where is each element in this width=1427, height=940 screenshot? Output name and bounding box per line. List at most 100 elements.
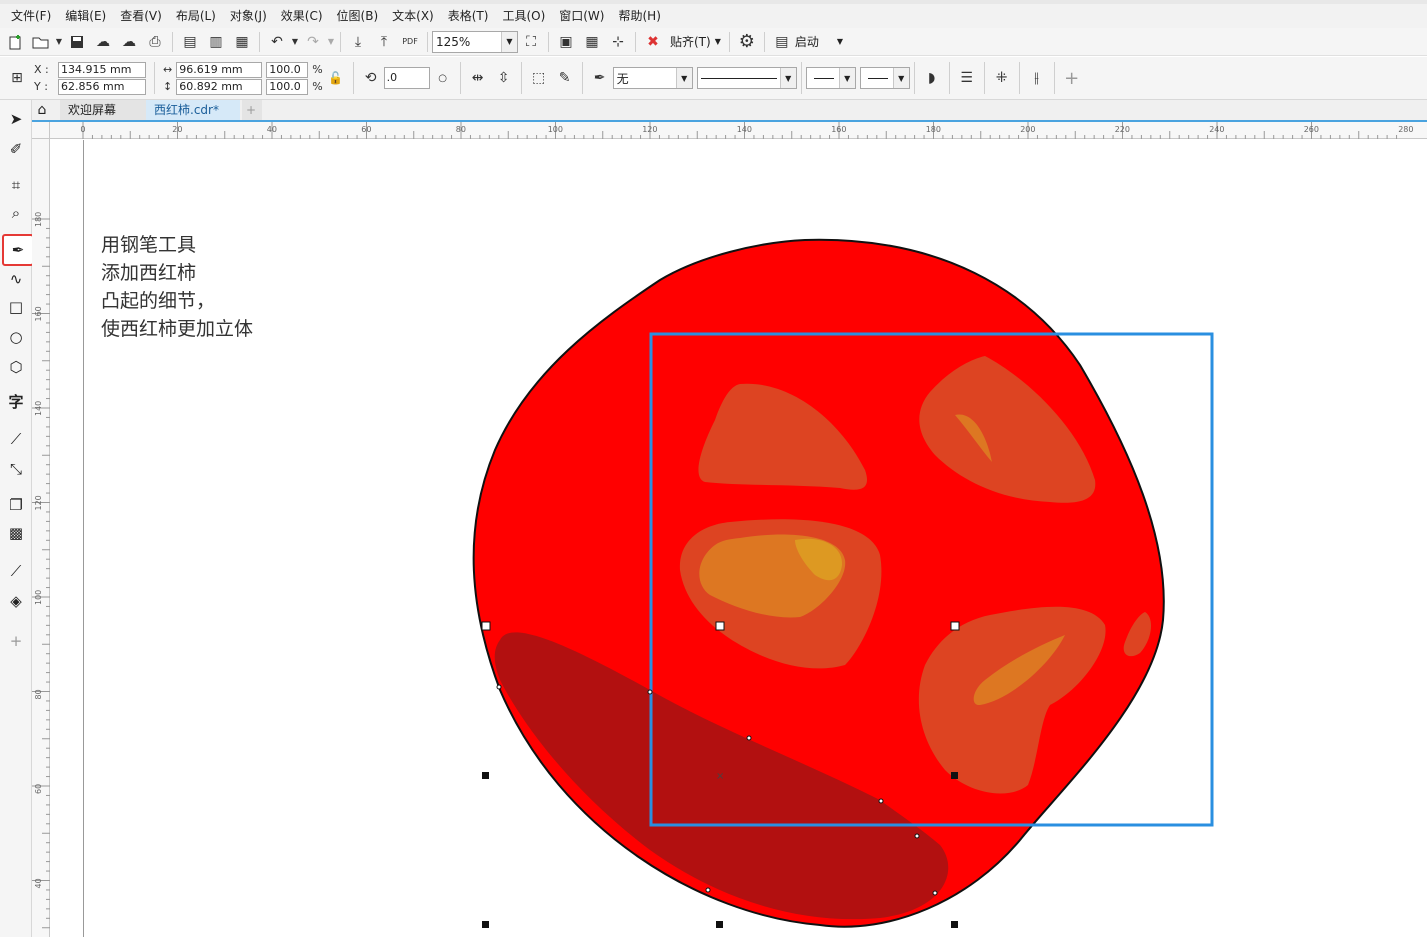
tab-add-button[interactable]: + [242, 100, 262, 120]
instruction-note: 用钢笔工具 添加西红柿 凸起的细节， 使西红柿更加立体 [101, 231, 253, 343]
chevron-down-icon[interactable]: ▼ [290, 30, 300, 54]
show-grid-icon[interactable]: ▦ [579, 30, 605, 54]
end-arrow-combo[interactable]: ▼ [859, 67, 910, 89]
chevron-down-icon[interactable]: ▼ [838, 68, 855, 88]
drop-shadow-icon[interactable]: ❐ [3, 492, 29, 518]
bounding-box-icon[interactable]: ⁜ [989, 66, 1015, 90]
line-style-combo[interactable]: ▼ [696, 67, 797, 89]
launch-icon[interactable]: ▤ [769, 30, 795, 54]
lock-ratio-icon[interactable]: 🔓 [323, 66, 349, 90]
show-guidelines-icon[interactable]: ⊹ [605, 30, 631, 54]
zoom-tool-icon[interactable]: ⌕ [3, 200, 29, 226]
mirror-horizontal-icon[interactable]: ⇹ [465, 66, 491, 90]
paste-icon[interactable]: ▦ [229, 30, 255, 54]
width-field[interactable]: 96.619 mm [176, 61, 263, 78]
export-pdf-icon[interactable]: PDF [397, 30, 423, 54]
gear-icon[interactable]: ⚙ [734, 30, 760, 54]
pick-tool-icon[interactable]: ➤ [3, 106, 29, 132]
rectangle-tool-icon[interactable]: □ [3, 294, 29, 320]
start-arrow-combo[interactable]: ▼ [805, 67, 856, 89]
chevron-down-icon[interactable]: ▼ [54, 30, 64, 54]
chevron-down-icon[interactable]: ▼ [501, 31, 517, 52]
align-icon[interactable]: ⫲ [1024, 66, 1050, 90]
chevron-down-icon[interactable]: ▼ [675, 68, 692, 88]
home-icon[interactable]: ⌂ [32, 100, 52, 120]
separator [728, 31, 730, 52]
polygon-tool-icon[interactable]: ⬡ [3, 354, 29, 380]
x-label: X : [34, 63, 49, 76]
drawing-canvas[interactable] [51, 140, 1427, 937]
rotation-field[interactable]: .0 [383, 67, 430, 89]
ellipse-tool-icon[interactable]: ○ [3, 324, 29, 350]
zoom-level-value: 125% [436, 34, 471, 49]
export-icon[interactable]: ⤒ [371, 30, 397, 54]
freehand-tool-icon[interactable]: ∿ [3, 266, 29, 292]
horizontal-ruler[interactable]: 0 20 40 60 80 100 120 140 160 180 200 220 240 260 280 [50, 122, 1427, 139]
open-folder-icon[interactable] [28, 30, 54, 54]
object-origin-icon[interactable]: ⊞ [4, 66, 30, 90]
menu-text[interactable]: 文本(X) [385, 5, 441, 27]
pen-tool-icon[interactable]: ✒ [2, 234, 34, 266]
smooth-node-icon[interactable]: ✎ [552, 66, 578, 90]
add-tool-icon[interactable]: + [3, 628, 29, 654]
line-style-preview [700, 77, 777, 79]
text-tool-icon[interactable]: 字 [3, 388, 29, 414]
scale-y-field[interactable]: 100.0 [266, 78, 309, 95]
menu-edit[interactable]: 编辑(E) [58, 5, 113, 27]
save-icon[interactable] [64, 30, 90, 54]
snap-off-icon[interactable]: ✖ [640, 30, 666, 54]
scale-x-field[interactable]: 100.0 [266, 61, 309, 78]
shape-tool-icon[interactable]: ✐ [3, 136, 29, 162]
zoom-level-combo[interactable]: 125% ▼ [432, 30, 518, 53]
redo-icon[interactable]: ↷ [300, 30, 326, 54]
rotate-icon[interactable]: ⟲ [358, 66, 384, 90]
menu-tools[interactable]: 工具(O) [495, 5, 552, 27]
full-screen-icon[interactable]: ⛶ [518, 30, 544, 54]
menu-bitmaps[interactable]: 位图(B) [330, 5, 386, 27]
tab-document[interactable]: 西红柿.cdr* [146, 100, 240, 120]
menu-window[interactable]: 窗口(W) [552, 5, 611, 27]
eyedropper-icon[interactable]: ⟋ [3, 558, 29, 584]
ruler-corner[interactable] [32, 122, 50, 139]
menu-view[interactable]: 查看(V) [113, 5, 169, 27]
print-icon[interactable]: ⎙ [142, 30, 168, 54]
ruler-label: 260 [1304, 125, 1319, 134]
wrap-text-icon[interactable]: ☰ [954, 66, 980, 90]
node-edit-icon[interactable]: ⬚ [526, 66, 552, 90]
mirror-vertical-icon[interactable]: ⇳ [491, 66, 517, 90]
cloud-export-icon[interactable]: ☁ [116, 30, 142, 54]
chevron-down-icon[interactable]: ▼ [779, 68, 796, 88]
pen-nib-icon[interactable]: ✒ [587, 66, 613, 90]
launch-dropdown[interactable]: 启动 ▼ [795, 33, 843, 50]
connector-tool-icon[interactable]: ⤡ [3, 456, 29, 482]
cut-icon[interactable]: ▤ [177, 30, 203, 54]
chevron-down-icon[interactable]: ▼ [326, 30, 336, 54]
transparency-tool-icon[interactable]: ▩ [3, 520, 29, 546]
menu-effects[interactable]: 效果(C) [274, 5, 330, 27]
close-curve-icon[interactable]: ◗ [919, 66, 945, 90]
ruler-label: 220 [1115, 125, 1130, 134]
menu-table[interactable]: 表格(T) [441, 5, 496, 27]
interactive-fill-icon[interactable]: ◈ [3, 588, 29, 614]
show-rulers-icon[interactable]: ▣ [553, 30, 579, 54]
menu-file[interactable]: 文件(F) [4, 5, 58, 27]
crop-tool-icon[interactable]: ⌗ [3, 172, 29, 198]
copy-icon[interactable]: ▥ [203, 30, 229, 54]
height-field[interactable]: 60.892 mm [176, 78, 263, 95]
snap-to-dropdown[interactable]: 贴齐(T) ▼ [670, 33, 721, 50]
new-document-icon[interactable] [2, 30, 28, 54]
add-icon[interactable]: + [1059, 66, 1085, 90]
menu-help[interactable]: 帮助(H) [611, 5, 667, 27]
y-position-field[interactable]: 62.856 mm [58, 78, 146, 95]
x-position-field[interactable]: 134.915 mm [58, 61, 146, 78]
menu-layout[interactable]: 布局(L) [169, 5, 223, 27]
chevron-down-icon[interactable]: ▼ [892, 68, 909, 88]
import-icon[interactable]: ⤓ [345, 30, 371, 54]
vertical-ruler[interactable]: 180 160 140 120 100 80 60 40 [32, 139, 50, 937]
tab-welcome[interactable]: 欢迎屏幕 [60, 100, 146, 120]
undo-icon[interactable]: ↶ [264, 30, 290, 54]
cloud-import-icon[interactable]: ☁ [90, 30, 116, 54]
parallel-dimension-icon[interactable]: ⟋ [3, 426, 29, 452]
fill-combo[interactable]: 无 ▼ [612, 67, 693, 89]
menu-object[interactable]: 对象(J) [223, 5, 274, 27]
